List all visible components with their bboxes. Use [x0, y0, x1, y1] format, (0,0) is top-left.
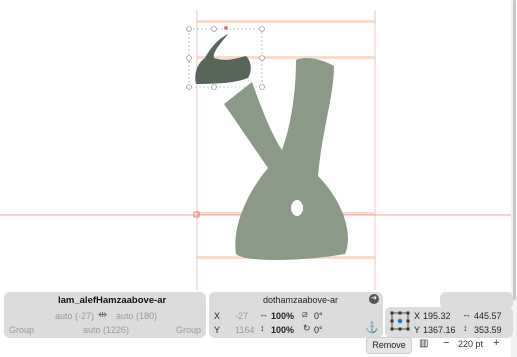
sel-y-value[interactable]: 1367.16 — [423, 325, 456, 335]
x-value[interactable]: -27 — [235, 311, 248, 321]
component-go-icon[interactable]: ➜ — [369, 294, 379, 304]
metrics-link-icon[interactable]: ⇹ — [98, 308, 107, 321]
sel-x-value[interactable]: 195.32 — [423, 311, 451, 321]
x-label: X — [214, 311, 221, 321]
width-scale-value[interactable]: 100% — [271, 311, 294, 321]
sel-width-value[interactable]: 445.57 — [474, 311, 502, 321]
sel-y-label: Y — [414, 325, 421, 335]
height-scale-icon: ↕ — [260, 323, 265, 333]
y-value[interactable]: 1164 — [235, 325, 254, 335]
sparkle-icon: ✦ — [204, 300, 211, 309]
sel-width-icon: ↔ — [462, 309, 471, 319]
width-field[interactable]: auto (1226) — [83, 325, 129, 335]
glyph-name[interactable]: lam_alefHamzaabove-ar — [58, 295, 166, 306]
rotate-value[interactable]: 0° — [314, 325, 323, 335]
height-scale-value[interactable]: 100% — [271, 325, 294, 335]
rsb-field[interactable]: auto (180) — [116, 311, 157, 321]
right-group-label: Group — [176, 325, 202, 335]
zoom-value[interactable]: 220 pt — [458, 339, 483, 349]
anchor-icon[interactable]: ⚓ — [365, 321, 379, 334]
zoom-out-button[interactable]: − — [443, 337, 449, 349]
slant-value[interactable]: 0° — [314, 311, 323, 321]
left-group-label: Group — [9, 325, 35, 335]
glyph-counter — [291, 200, 303, 216]
selection-info-top — [440, 292, 513, 309]
rotate-icon: ↻ — [303, 323, 311, 333]
y-label: Y — [214, 325, 221, 335]
width-scale-icon: ↔ — [259, 309, 268, 319]
remove-button[interactable]: Remove — [366, 337, 412, 354]
slant-icon: ⧄ — [302, 309, 308, 319]
reference-point-icon[interactable] — [389, 310, 411, 332]
lsb-field[interactable]: auto (-27) — [55, 311, 94, 321]
component-name[interactable]: dothamzaabove-ar — [263, 295, 338, 305]
sel-x-label: X — [414, 311, 421, 321]
sel-height-value[interactable]: 353.59 — [474, 325, 502, 335]
sel-height-icon: ↕ — [463, 323, 468, 333]
zoom-in-button[interactable]: + — [493, 337, 499, 349]
kerning-icon[interactable]: ▥ — [419, 338, 428, 349]
lam-alef-glyph[interactable] — [224, 58, 348, 260]
